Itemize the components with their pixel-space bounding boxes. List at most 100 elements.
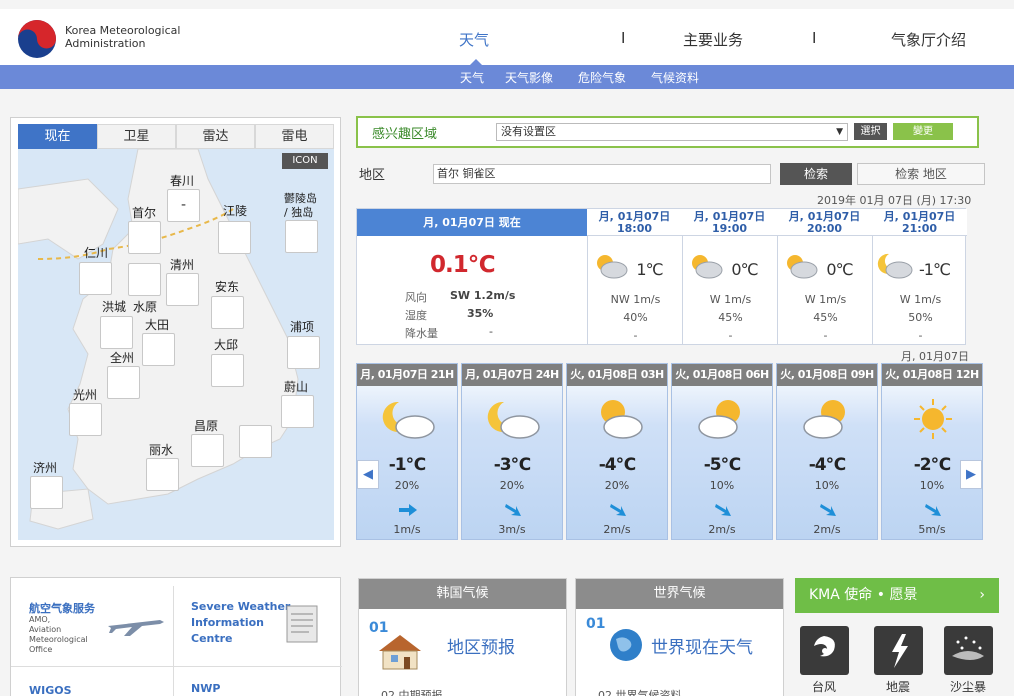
interest-select[interactable]: 没有设置区 ▼ [496, 123, 848, 141]
city-label[interactable]: 仁川 [84, 244, 108, 261]
forecast-card[interactable]: 火, 01月08日 03H -4℃ 20% 2m/s [566, 363, 668, 540]
sandstorm-icon[interactable] [944, 626, 993, 675]
tab-current[interactable]: 现在 [18, 124, 97, 149]
city-label[interactable]: 洪城 [102, 298, 126, 315]
city-label[interactable]: 安东 [215, 278, 239, 295]
nwp-link[interactable]: NWP [191, 682, 220, 695]
sun-cloud-icon[interactable] [128, 221, 161, 254]
world-climate-header[interactable]: 世界气候 [576, 579, 783, 609]
hour-precip: - [728, 329, 733, 342]
forecast-card[interactable]: 火, 01月08日 06H -5℃ 10% 2m/s [671, 363, 773, 540]
icon-label[interactable]: ICON [282, 153, 328, 169]
typhoon-label[interactable]: 台风 [794, 678, 854, 695]
wind-value: SW 1.2m/s [450, 289, 516, 302]
sun-cloud-icon[interactable] [128, 263, 161, 296]
sandstorm-label[interactable]: 沙尘暴 [938, 678, 998, 695]
region-search-input[interactable]: 首尔 铜雀区 [433, 164, 771, 184]
subnav-weather-images[interactable]: 天气影像 [505, 69, 553, 86]
tab-lightning[interactable]: 雷电 [255, 124, 334, 149]
nav-main-business[interactable]: 主要业务 [683, 29, 743, 50]
typhoon-icon[interactable] [800, 626, 849, 675]
sun-cloud-icon[interactable] [281, 395, 314, 428]
haze-icon[interactable] [142, 333, 175, 366]
wigos-link[interactable]: WIGOS [29, 684, 72, 696]
sun-cloud-icon[interactable] [30, 476, 63, 509]
city-label[interactable]: 大田 [145, 316, 169, 333]
tab-radar[interactable]: 雷达 [176, 124, 255, 149]
earthquake-icon[interactable] [874, 626, 923, 675]
hour-header: 月, 01月07日 18:00 [587, 209, 682, 236]
subnav-climate-data[interactable]: 气候资料 [651, 69, 699, 86]
subnav-hazard-weather[interactable]: 危险气象 [578, 69, 626, 86]
world-current-weather-link[interactable]: 世界现在天气 [651, 633, 753, 658]
sun-cloud-icon[interactable] [239, 425, 272, 458]
city-label[interactable]: 光州 [73, 386, 97, 403]
select-button[interactable]: 選択 [854, 123, 887, 140]
city-label[interactable]: 全州 [110, 349, 134, 366]
forecast-card[interactable]: 火, 01月08日 09H -4℃ 10% 2m/s [776, 363, 878, 540]
sun-cloud-icon[interactable] [285, 220, 318, 253]
haze-icon[interactable] [69, 403, 102, 436]
city-label[interactable]: 丽水 [149, 441, 173, 458]
city-label[interactable]: 昌原 [194, 417, 218, 434]
logo-text-line1[interactable]: Korea Meteorological [65, 24, 180, 37]
forecast-time: 火, 01月08日 12H [882, 364, 982, 386]
city-label[interactable]: 首尔 [132, 204, 156, 221]
haze-icon[interactable] [79, 262, 112, 295]
nav-separator: I [621, 29, 626, 47]
mission-vision-button[interactable]: KMA 使命 • 愿景 › [795, 578, 999, 613]
midterm-forecast-link[interactable]: 02 中期预报 [381, 687, 443, 696]
region-search-button[interactable]: 检索 地区 [857, 163, 985, 185]
earthquake-label[interactable]: 地震 [868, 678, 928, 695]
hour-precip: - [918, 329, 923, 342]
city-label[interactable]: 春川 [170, 172, 194, 189]
subnav-weather[interactable]: 天气 [460, 69, 484, 86]
forecast-card[interactable]: 月, 01月07日 24H -3℃ 20% 3m/s [461, 363, 563, 540]
forecast-card[interactable]: 月, 01月07日 21H -1℃ 20% 1m/s [356, 363, 458, 540]
korea-climate-header[interactable]: 韩国气候 [359, 579, 566, 609]
severe-weather-title: Severe Weather Information Centre [191, 600, 291, 645]
nav-about-kma[interactable]: 气象厅介绍 [891, 29, 966, 50]
city-label[interactable]: 清州 [170, 256, 194, 273]
hour-wind: NW 1m/s [610, 293, 661, 306]
prev-arrow-icon[interactable]: ◀ [357, 460, 379, 489]
weather-icon-box[interactable]: - [167, 189, 200, 222]
next-arrow-icon[interactable]: ▶ [960, 460, 982, 489]
aviation-title[interactable]: 航空气象服务 [29, 600, 95, 616]
cloud-icon[interactable] [100, 316, 133, 349]
korea-map[interactable]: ICON 春川 - 首尔 江陵 鬱陵岛 / 独岛 仁川 清州 洪城 水原 安东 … [18, 149, 334, 540]
hour-temp: -1℃ [919, 260, 951, 279]
sun-cloud-icon[interactable] [146, 458, 179, 491]
city-label[interactable]: 大邱 [214, 336, 238, 353]
city-label[interactable]: 江陵 [223, 202, 247, 219]
tab-satellite[interactable]: 卫星 [97, 124, 176, 149]
city-label[interactable]: / 独岛 [284, 204, 313, 220]
forecast-wind: 2m/s [813, 523, 841, 536]
forecast-temp: -5℃ [703, 455, 741, 475]
logo-text-line2[interactable]: Administration [65, 37, 180, 50]
world-climate-data-link[interactable]: 02 世界气候资料 [598, 687, 682, 696]
sun-cloud-icon[interactable] [211, 296, 244, 329]
kma-logo-icon[interactable] [17, 19, 57, 59]
city-label[interactable]: 济州 [33, 459, 57, 476]
interest-label: 感兴趣区域 [372, 127, 438, 142]
hour-humidity: 45% [813, 311, 838, 324]
sun-cloud-icon[interactable] [191, 434, 224, 467]
forecast-card[interactable]: 火, 01月08日 12H -2℃ 10% 5m/s [881, 363, 983, 540]
haze-icon[interactable] [166, 273, 199, 306]
sun-cloud-icon[interactable] [218, 221, 251, 254]
weather-map-panel: 现在 卫星 雷达 雷电 ICON 春川 - 首尔 江陵 鬱陵岛 / 独岛 仁川 … [10, 117, 341, 547]
city-label[interactable]: 水原 [133, 298, 157, 315]
nav-weather[interactable]: 天气 [459, 29, 489, 50]
city-label[interactable]: 浦项 [290, 318, 314, 335]
city-label[interactable]: 蔚山 [284, 378, 308, 395]
sun-cloud-icon[interactable] [287, 336, 320, 369]
change-button[interactable]: 變更 [893, 123, 953, 140]
world-climate-panel: 世界气候 01 世界现在天气 02 世界气候资料 [575, 578, 784, 696]
sun-cloud-icon[interactable] [107, 366, 140, 399]
search-button[interactable]: 检索 [780, 163, 852, 185]
regional-forecast-link[interactable]: 地区预报 [447, 633, 515, 658]
sun-cloud-icon [799, 396, 857, 442]
services-panel: 航空气象服务 AMO, Aviation Meteorological Offi… [10, 577, 342, 696]
sun-cloud-icon[interactable] [211, 354, 244, 387]
